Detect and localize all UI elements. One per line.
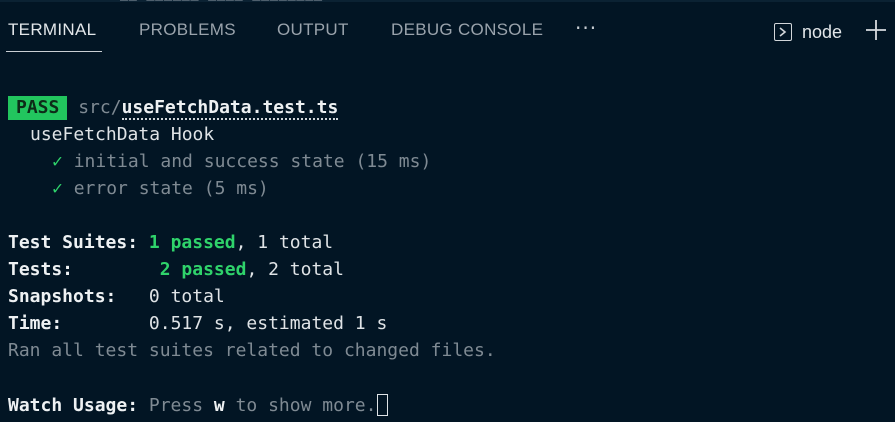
test-file-line: PASS src/useFetchData.test.ts bbox=[8, 96, 339, 120]
passed-count: 1 passed bbox=[148, 232, 236, 253]
file-name: useFetchData.test.ts bbox=[121, 97, 339, 120]
check-icon: ✓ bbox=[52, 178, 63, 199]
time-value: 0.517 s, estimated 1 s bbox=[148, 313, 388, 334]
test-name: initial and success state (15 ms) bbox=[73, 151, 432, 172]
watch-press: Press bbox=[138, 395, 214, 416]
total-count: , 1 total bbox=[235, 232, 334, 253]
test-result-row: ✓ initial and success state (15 ms) bbox=[52, 151, 431, 173]
watch-label: Watch Usage: bbox=[8, 395, 139, 416]
terminal-panel: ▀▀ ▀▀▀▀▀▀ ▀▀▀▀ ▀▀▀▀▀▀▀▀ TERMINAL PROBLEM… bbox=[0, 0, 895, 422]
text-cursor[interactable] bbox=[377, 394, 389, 416]
summary-label: Test Suites: bbox=[8, 232, 139, 253]
watch-key: w bbox=[213, 395, 225, 416]
test-suites-summary: Test Suites: 1 passed, 1 total bbox=[8, 232, 333, 254]
summary-label: Tests: bbox=[8, 259, 74, 280]
test-name: error state (5 ms) bbox=[73, 178, 269, 199]
pass-badge: PASS bbox=[8, 96, 68, 120]
suite-name: useFetchData Hook bbox=[30, 124, 215, 145]
snapshots-summary: Snapshots: 0 total bbox=[8, 286, 225, 308]
check-icon: ✓ bbox=[52, 151, 63, 172]
watch-usage-line: Watch Usage: Press w to show more. bbox=[8, 394, 389, 416]
summary-label: Snapshots: bbox=[8, 286, 117, 307]
tests-summary: Tests: 2 passed, 2 total bbox=[8, 259, 344, 281]
ran-all-message: Ran all test suites related to changed f… bbox=[8, 340, 496, 361]
snapshots-value: 0 total bbox=[148, 286, 225, 307]
time-summary: Time: 0.517 s, estimated 1 s bbox=[8, 313, 387, 335]
passed-count: 2 passed bbox=[159, 259, 247, 280]
terminal-output[interactable]: PASS src/useFetchData.test.ts useFetchDa… bbox=[0, 0, 895, 422]
summary-label: Time: bbox=[8, 313, 63, 334]
file-dir: src/ bbox=[78, 97, 122, 118]
watch-rest: to show more. bbox=[224, 395, 377, 416]
total-count: , 2 total bbox=[246, 259, 344, 280]
test-result-row: ✓ error state (5 ms) bbox=[52, 178, 269, 200]
